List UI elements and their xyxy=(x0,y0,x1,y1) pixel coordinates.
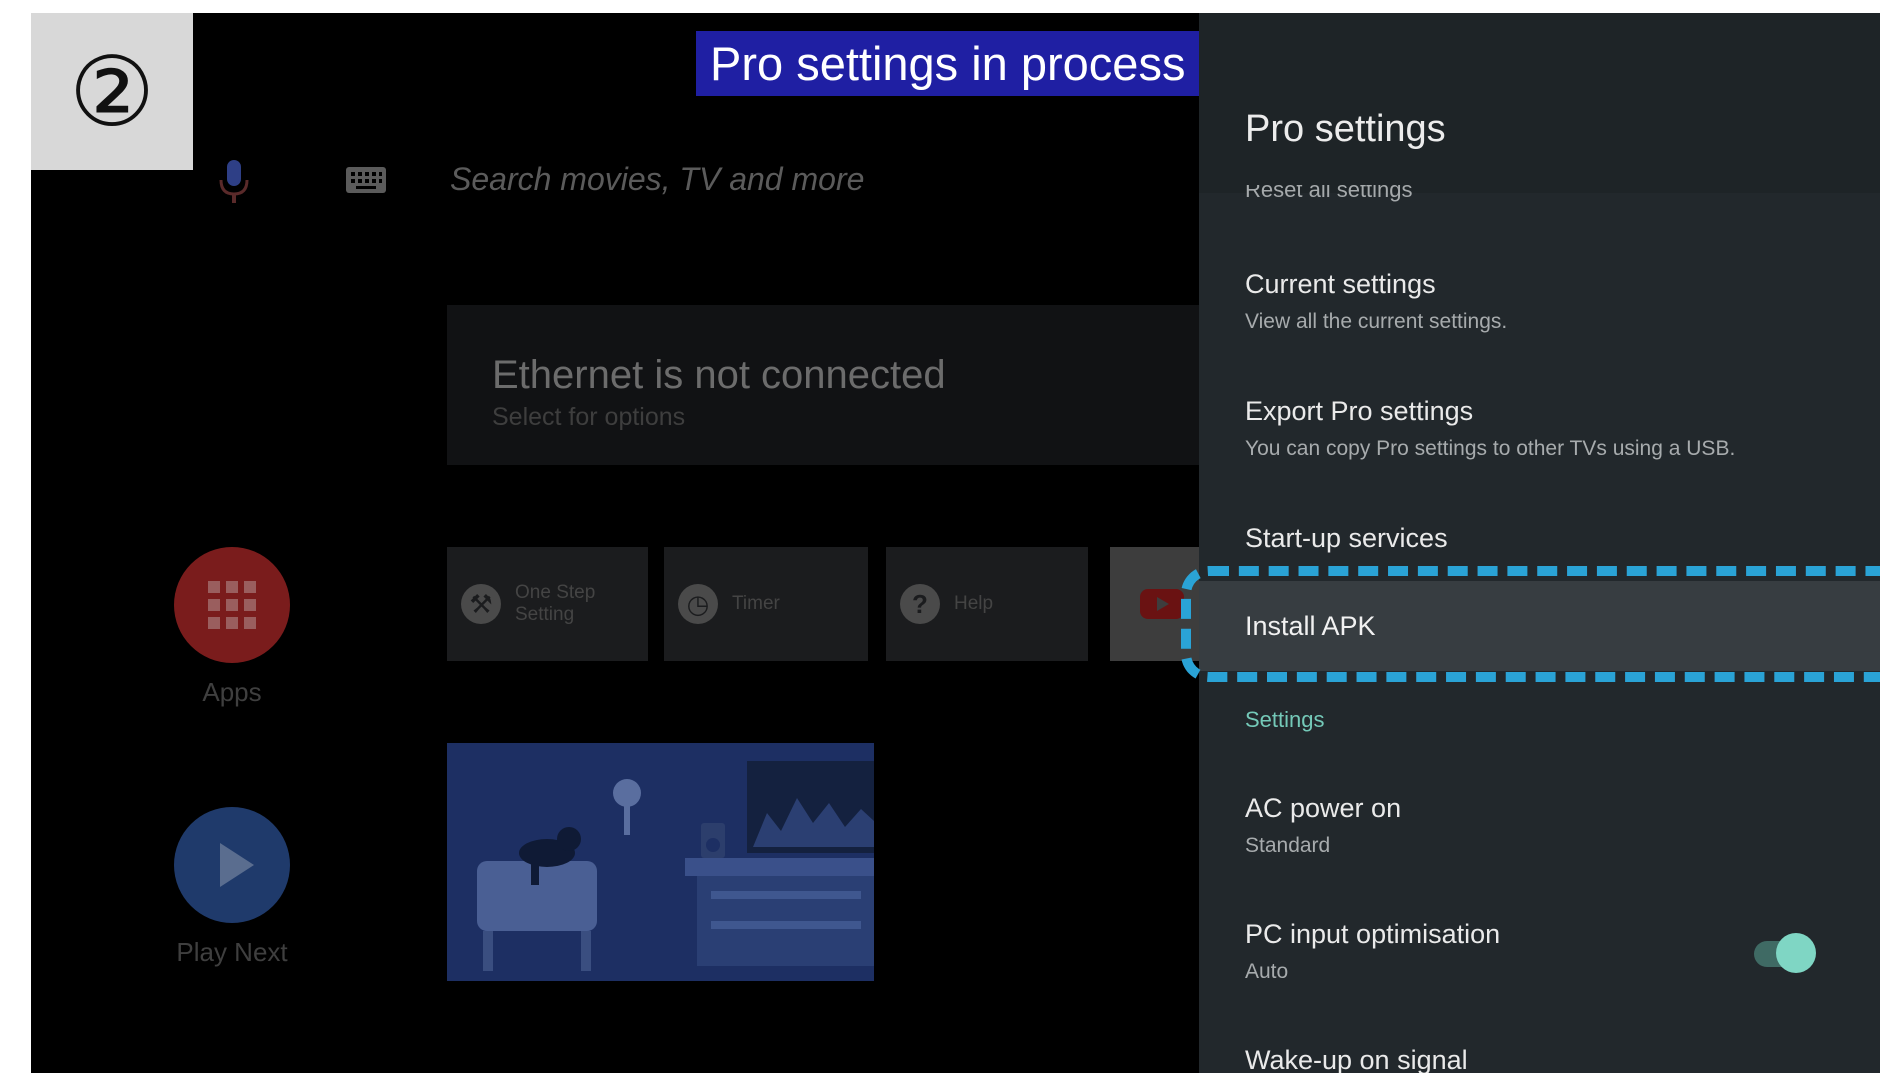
menu-item-title: Export Pro settings xyxy=(1245,396,1474,426)
tile-label: One Step Setting xyxy=(515,582,596,625)
apps-button[interactable] xyxy=(174,547,290,663)
tile-label: Timer xyxy=(732,593,780,615)
panel-header: Pro settings xyxy=(1199,13,1880,193)
tile-one-step-setting[interactable]: ⚒ One Step Setting xyxy=(447,547,648,661)
step-number: ② xyxy=(68,35,156,148)
menu-item-wake-up-on-signal[interactable]: Wake-up on signal xyxy=(1245,1045,1468,1073)
tile-timer[interactable]: ◷ Timer xyxy=(664,547,868,661)
menu-item-ac-power-on[interactable]: AC power on Standard xyxy=(1245,793,1401,858)
play-next-label: Play Next xyxy=(176,937,288,967)
menu-item-subtitle: Auto xyxy=(1245,960,1289,983)
menu-item-start-up-services[interactable]: Start-up services xyxy=(1245,523,1448,554)
search-input[interactable] xyxy=(450,161,1010,198)
wrench-icon: ⚒ xyxy=(461,584,501,624)
keyboard-icon[interactable] xyxy=(346,167,386,193)
menu-item-title: Current settings xyxy=(1245,269,1436,299)
menu-item-title: AC power on xyxy=(1245,793,1402,823)
microphone-icon[interactable] xyxy=(214,158,254,206)
step-caption: Pro settings in process xyxy=(696,31,1200,96)
menu-item-export-pro-settings[interactable]: Export Pro settings You can copy Pro set… xyxy=(1245,396,1735,461)
menu-item-current-settings[interactable]: Current settings View all the current se… xyxy=(1245,269,1507,334)
step-badge: ② xyxy=(31,13,193,170)
menu-item-title: Reset all settings xyxy=(1245,185,1413,202)
settings-subtitle: Settings xyxy=(1245,707,1325,732)
play-next-button[interactable] xyxy=(174,807,290,923)
help-icon: ? xyxy=(900,584,940,624)
panel-title: Pro settings xyxy=(1245,108,1446,150)
living-room-illustration xyxy=(477,761,874,971)
menu-item-title: Install APK xyxy=(1245,611,1376,641)
apps-label: Apps xyxy=(202,677,262,707)
tile-label: Help xyxy=(954,593,994,615)
youtube-icon xyxy=(1140,589,1184,619)
apps-grid-icon xyxy=(208,581,256,629)
menu-item-reset-all-settings[interactable]: Reset all settings xyxy=(1245,185,1413,207)
toggle-knob xyxy=(1776,933,1816,973)
network-status-subtitle: Select for options xyxy=(492,403,686,431)
menu-item-install-apk[interactable]: Install APK xyxy=(1199,581,1880,671)
menu-item-subtitle: You can copy Pro settings to other TVs u… xyxy=(1245,437,1736,460)
clock-icon: ◷ xyxy=(678,584,718,624)
tile-help[interactable]: ? Help xyxy=(886,547,1088,661)
network-status-card[interactable]: Ethernet is not connected Select for opt… xyxy=(447,305,1227,465)
play-icon xyxy=(220,843,254,887)
menu-item-title: Start-up services xyxy=(1245,523,1448,553)
pro-settings-panel: Pro settings Reset all settings Current … xyxy=(1199,13,1880,1073)
menu-item-title: PC input optimisation xyxy=(1245,919,1501,949)
pc-input-toggle[interactable] xyxy=(1754,933,1816,973)
menu-item-title: Wake-up on signal xyxy=(1245,1045,1468,1073)
menu-item-pc-input-optimisation[interactable]: PC input optimisation Auto xyxy=(1245,919,1500,984)
network-status-title: Ethernet is not connected xyxy=(492,353,946,397)
menu-item-subtitle: View all the current settings. xyxy=(1245,310,1508,333)
menu-item-subtitle: Standard xyxy=(1245,834,1331,857)
tv-screen: ② Pro settings in process Ethernet is no… xyxy=(31,13,1880,1073)
featured-illustration[interactable] xyxy=(447,743,874,981)
